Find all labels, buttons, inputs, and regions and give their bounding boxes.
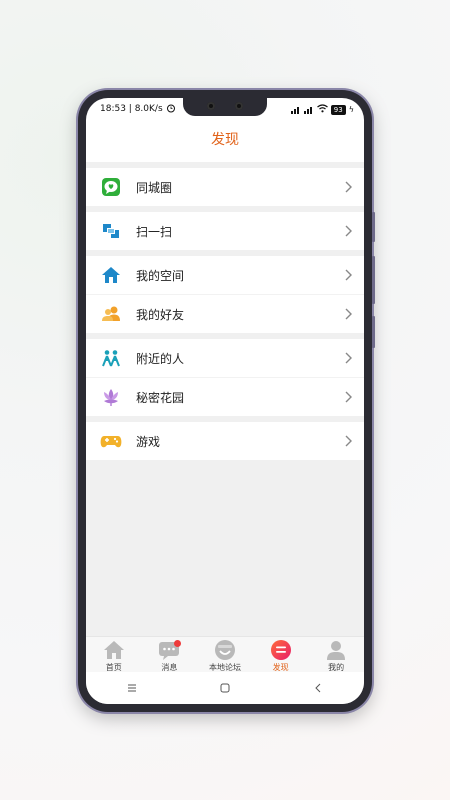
menu-item-label: 附近的人 — [136, 351, 185, 366]
status-time-speed: 18:53 | 8.0K/s — [100, 104, 163, 114]
system-nav-bar — [86, 672, 364, 704]
wifi-icon — [316, 104, 328, 115]
tab-profile[interactable]: 我的 — [308, 637, 364, 673]
tab-messages[interactable]: 消息 — [142, 637, 198, 673]
discover-list: 同城圈 扫一扫 我的空间 我的好友 附近的人 秘密花园 游戏 — [86, 162, 364, 636]
menu-group: 扫一扫 — [86, 212, 364, 250]
tab-home[interactable]: 首页 — [86, 637, 142, 673]
lotus-icon — [100, 386, 122, 408]
battery-icon: 93 — [330, 104, 346, 115]
chevron-right-icon — [345, 269, 352, 281]
menu-item-my-space[interactable]: 我的空间 — [86, 256, 364, 294]
page-title: 发现 — [211, 132, 239, 148]
home-nav-icon[interactable] — [215, 681, 235, 695]
alarm-icon — [166, 103, 176, 116]
home-icon — [100, 264, 122, 286]
house-icon — [103, 641, 124, 659]
menu-group: 附近的人 秘密花园 — [86, 339, 364, 416]
menu-nav-icon[interactable] — [122, 681, 142, 695]
notch — [183, 98, 267, 116]
menu-item-label: 秘密花园 — [136, 390, 185, 405]
bottom-tab-bar: 首页 消息 本地论坛 发现 我的 — [86, 636, 364, 673]
volume-up-button — [372, 212, 375, 242]
chevron-right-icon — [345, 225, 352, 237]
charging-icon: ϟ — [348, 105, 354, 114]
menu-item-label: 扫一扫 — [136, 224, 173, 239]
chevron-right-icon — [345, 181, 352, 193]
menu-group: 同城圈 — [86, 168, 364, 206]
menu-group: 我的空间 我的好友 — [86, 256, 364, 333]
menu-item-city-circle[interactable]: 同城圈 — [86, 168, 364, 206]
front-camera-icon — [207, 102, 215, 110]
scan-icon — [100, 220, 122, 242]
menu-item-games[interactable]: 游戏 — [86, 422, 364, 460]
chat-heart-icon — [100, 176, 122, 198]
menu-group: 游戏 — [86, 422, 364, 460]
people-nearby-icon — [100, 347, 122, 369]
signal-icon — [290, 106, 301, 114]
tab-local-forum[interactable]: 本地论坛 — [197, 637, 253, 673]
chevron-right-icon — [345, 391, 352, 403]
profile-icon — [327, 641, 346, 660]
menu-item-my-friends[interactable]: 我的好友 — [86, 294, 364, 333]
back-nav-icon[interactable] — [308, 681, 328, 695]
menu-item-scan[interactable]: 扫一扫 — [86, 212, 364, 250]
gamepad-icon — [100, 430, 122, 452]
unread-badge — [173, 640, 181, 647]
menu-item-label: 我的好友 — [136, 307, 185, 322]
discover-icon — [270, 640, 291, 660]
menu-item-label: 游戏 — [136, 434, 161, 449]
status-icons: 93 ϟ — [290, 104, 354, 115]
signal-icon-2 — [303, 106, 314, 114]
menu-item-label: 同城圈 — [136, 180, 173, 195]
chevron-right-icon — [345, 435, 352, 447]
friends-icon — [100, 303, 122, 325]
chevron-right-icon — [345, 308, 352, 320]
menu-item-label: 我的空间 — [136, 268, 185, 283]
smile-forum-icon — [214, 640, 235, 660]
phone-frame: 18:53 | 8.0K/s 93 ϟ 发现 同城圈 扫一扫 我的空间 我的好友… — [78, 90, 375, 712]
front-sensor-icon — [235, 102, 243, 110]
tab-discover[interactable]: 发现 — [253, 637, 309, 673]
menu-item-secret-garden[interactable]: 秘密花园 — [86, 377, 364, 416]
menu-item-people-nearby[interactable]: 附近的人 — [86, 339, 364, 377]
volume-down-button — [372, 256, 375, 304]
power-button — [372, 316, 375, 348]
screen: 18:53 | 8.0K/s 93 ϟ 发现 同城圈 扫一扫 我的空间 我的好友… — [86, 98, 364, 704]
chevron-right-icon — [345, 352, 352, 364]
